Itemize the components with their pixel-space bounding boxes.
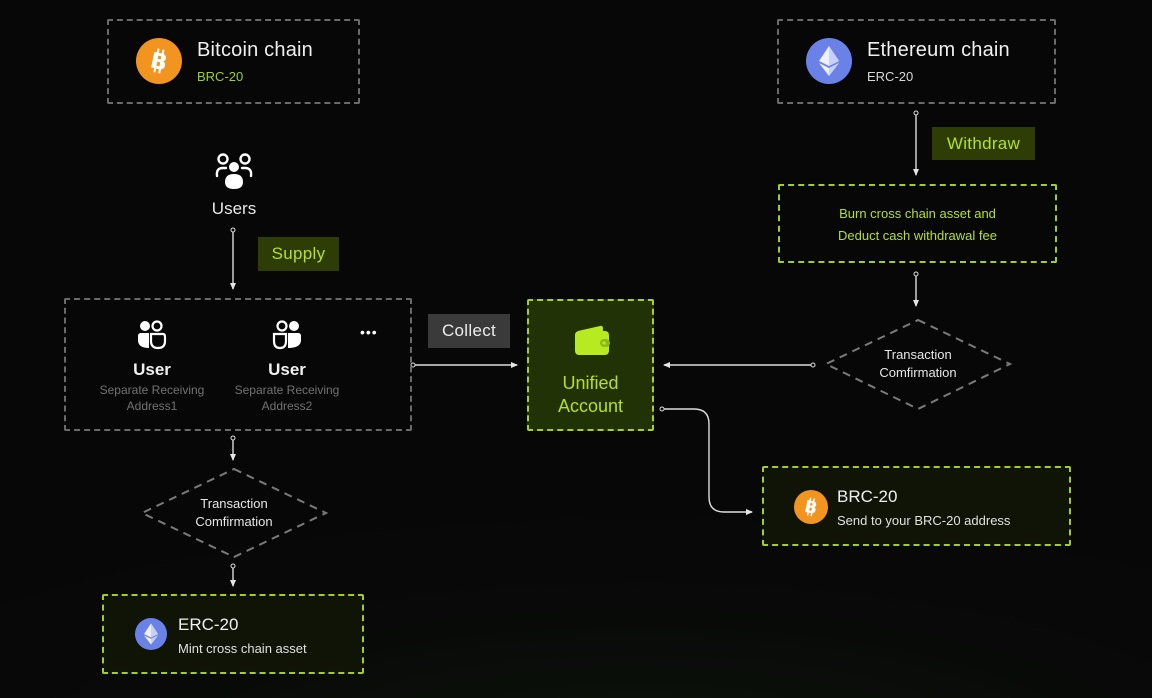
tx-confirm-right-line1: Transaction: [884, 347, 952, 362]
tx-confirm-right-line2: Comfirmation: [879, 365, 957, 380]
user-pair-icon: [272, 320, 302, 350]
tx-confirm-left-node: Transaction Comfirmation: [162, 496, 306, 536]
unified-account-node: Unified Account: [527, 299, 654, 431]
collect-tag: Collect: [428, 314, 510, 348]
bitcoin-icon: B: [136, 38, 182, 84]
brc20-send-title: BRC-20: [837, 487, 898, 506]
burn-line1: Burn cross chain asset and: [839, 206, 996, 221]
connector-group-to-unified: [410, 362, 518, 368]
ethereum-chain-subtitle: ERC-20: [867, 69, 914, 84]
ethereum-chain-node: Ethereum chain ERC-20: [777, 19, 1056, 104]
user-item: User Separate Receiving Address2: [223, 320, 351, 420]
connector-confirm-to-unified: [663, 362, 816, 368]
user-group-node: User Separate Receiving Address1 User Se…: [64, 298, 412, 431]
withdraw-tag: Withdraw: [932, 127, 1035, 160]
brc20-send-node: B BRC-20 Send to your BRC-20 address: [762, 466, 1071, 546]
supply-tag: Supply: [258, 237, 339, 271]
user-pair-icon: [137, 320, 167, 350]
more-users-icon: •••: [360, 324, 378, 340]
ethereum-icon: [806, 38, 852, 84]
tx-confirm-right-node: Transaction Comfirmation: [846, 347, 990, 387]
bitcoin-chain-node: B Bitcoin chain BRC-20: [107, 19, 360, 104]
wallet-icon: [573, 325, 611, 357]
users-label: Users: [211, 199, 257, 218]
connector-unified-to-brc20: [659, 406, 753, 515]
ethereum-chain-title: Ethereum chain: [867, 39, 1010, 61]
brc20-send-desc: Send to your BRC-20 address: [837, 513, 1011, 528]
burn-asset-node: Burn cross chain asset and Deduct cash w…: [778, 184, 1057, 263]
connector-eth-to-burn: [913, 110, 919, 176]
user-item: User Separate Receiving Address1: [88, 320, 216, 420]
bitcoin-chain-subtitle: BRC-20: [197, 69, 244, 84]
erc20-mint-node: ERC-20 Mint cross chain asset: [102, 594, 364, 674]
burn-line2: Deduct cash withdrawal fee: [838, 228, 997, 243]
ethereum-icon: [135, 618, 167, 650]
unified-account-line2: Account: [557, 396, 624, 416]
tx-confirm-left-line2: Comfirmation: [195, 514, 273, 529]
user-label: User: [268, 360, 306, 379]
user-address-line1: Separate Receiving: [99, 383, 205, 397]
user-address-line2: Address1: [126, 399, 178, 413]
bitcoin-icon: B: [794, 490, 828, 524]
connector-group-to-confirm: [230, 435, 236, 461]
user-address-line2: Address2: [261, 399, 313, 413]
connector-confirm-to-mint: [230, 563, 236, 587]
erc20-mint-title: ERC-20: [178, 615, 239, 634]
connector-users-to-group: [230, 227, 236, 290]
connector-burn-to-confirm: [913, 271, 919, 307]
users-node: Users: [198, 150, 270, 220]
bitcoin-chain-title: Bitcoin chain: [197, 39, 313, 61]
erc20-mint-desc: Mint cross chain asset: [178, 641, 307, 656]
user-label: User: [133, 360, 171, 379]
unified-account-line1: Unified: [562, 373, 619, 393]
tx-confirm-left-line1: Transaction: [200, 496, 268, 511]
users-group-icon: [214, 152, 254, 190]
user-address-line1: Separate Receiving: [234, 383, 340, 397]
